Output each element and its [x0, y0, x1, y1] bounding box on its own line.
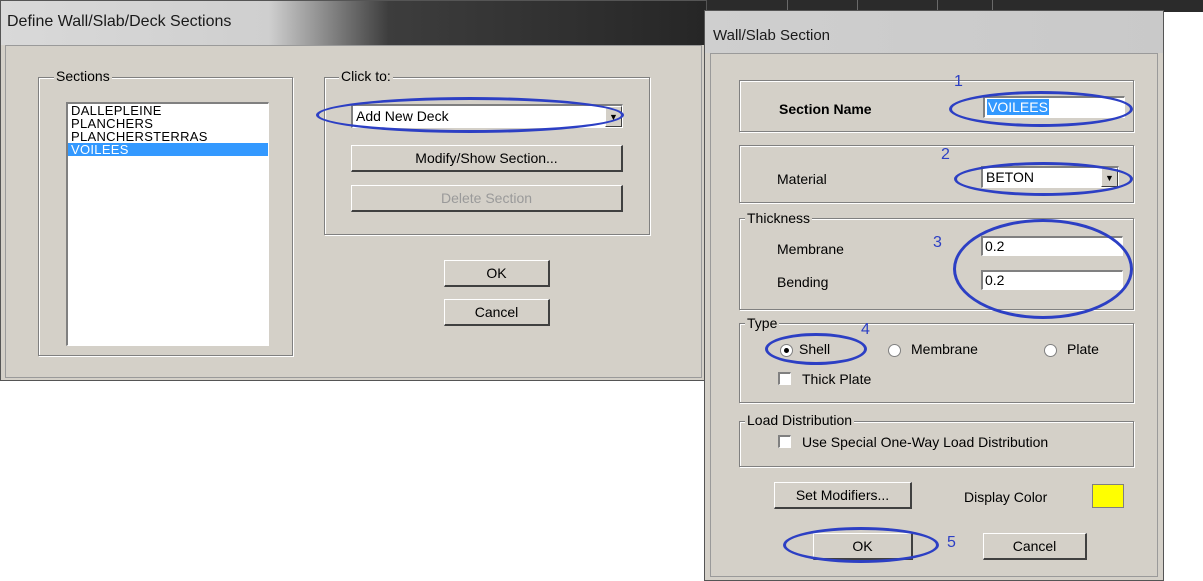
chevron-down-icon[interactable]: ▼ [605, 106, 622, 127]
membrane-label: Membrane [777, 241, 844, 257]
bending-label: Bending [777, 274, 829, 290]
dialog-title: Wall/Slab Section [713, 27, 830, 44]
type-group [739, 323, 1134, 403]
plate-radio[interactable] [1044, 344, 1057, 357]
dialog-title-bar[interactable]: Define Wall/Slab/Deck Sections [1, 1, 706, 45]
wall-slab-section-dialog: Wall/Slab Section Section Name VOILEES M… [704, 10, 1164, 581]
load-distribution-group-label: Load Distribution [745, 412, 855, 428]
section-name-input[interactable]: VOILEES [983, 96, 1125, 118]
ok-button[interactable]: OK [813, 533, 913, 560]
dialog-title-bar[interactable]: Wall/Slab Section [705, 11, 1163, 53]
shell-radio-label: Shell [799, 341, 831, 357]
display-color-swatch[interactable] [1092, 484, 1124, 508]
step-number: 1 [954, 73, 963, 90]
sections-group-label: Sections [54, 68, 112, 84]
add-section-combo[interactable]: Add New Deck ▼ [351, 104, 623, 128]
define-sections-dialog: Define Wall/Slab/Deck Sections Sections … [0, 0, 707, 381]
step-number: 4 [861, 321, 870, 338]
membrane-input[interactable]: 0.2 [981, 236, 1123, 256]
sections-listbox[interactable]: DALLEPLEINE PLANCHERS PLANCHERSTERRAS VO… [66, 102, 269, 346]
section-name-label: Section Name [779, 101, 872, 117]
step-number: 3 [933, 234, 942, 251]
membrane-radio[interactable] [888, 344, 901, 357]
type-group-label: Type [745, 315, 780, 331]
shell-radio[interactable] [780, 344, 793, 357]
membrane-radio-label: Membrane [911, 341, 978, 357]
set-modifiers-button[interactable]: Set Modifiers... [774, 482, 912, 509]
material-combo[interactable]: BETON ▼ [981, 166, 1119, 188]
list-item-selected[interactable]: VOILEES [68, 143, 268, 156]
one-way-load-checkbox[interactable] [778, 435, 791, 448]
thick-plate-label: Thick Plate [802, 371, 872, 387]
plate-radio-label: Plate [1067, 341, 1099, 357]
modify-show-section-button[interactable]: Modify/Show Section... [351, 145, 623, 172]
click-to-group-label: Click to: [339, 68, 393, 84]
thick-plate-checkbox[interactable] [778, 372, 791, 385]
thickness-group-label: Thickness [745, 210, 813, 226]
bending-input[interactable]: 0.2 [981, 270, 1123, 290]
cancel-button[interactable]: Cancel [983, 533, 1087, 560]
display-color-label: Display Color [964, 489, 1048, 505]
add-section-combo-value: Add New Deck [356, 108, 449, 124]
dialog-title: Define Wall/Slab/Deck Sections [7, 13, 232, 30]
material-combo-value: BETON [986, 169, 1034, 185]
delete-section-button[interactable]: Delete Section [351, 185, 623, 212]
thickness-group [739, 218, 1134, 310]
step-number: 2 [941, 146, 950, 163]
section-name-value: VOILEES [987, 99, 1049, 115]
step-number: 5 [947, 534, 956, 551]
chevron-down-icon[interactable]: ▼ [1101, 168, 1118, 187]
ok-button[interactable]: OK [444, 260, 550, 287]
one-way-load-label: Use Special One-Way Load Distribution [802, 434, 1049, 450]
material-label: Material [777, 171, 827, 187]
cancel-button[interactable]: Cancel [444, 299, 550, 326]
